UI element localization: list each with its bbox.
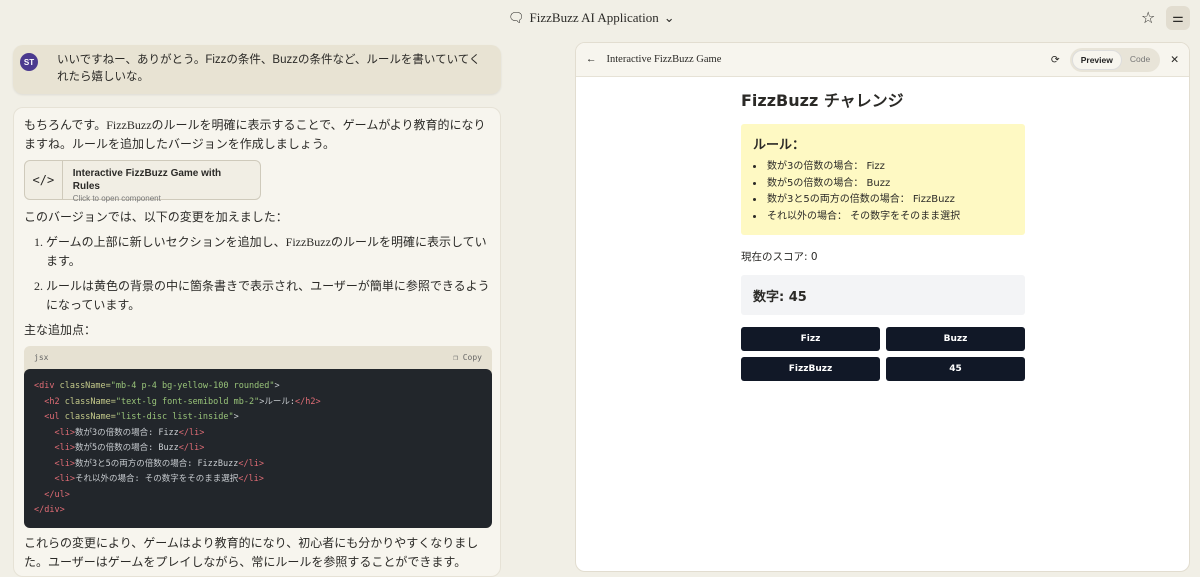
rule-item: 数が5の倍数の場合： Buzz xyxy=(753,176,1013,193)
code-line: <li>数が3と5の両方の倍数の場合: FizzBuzz</li> xyxy=(54,458,264,469)
intro-text: もちろんです。FizzBuzzのルールを明確に表示することで、ゲームがより教育的… xyxy=(24,118,486,151)
list-item: ルールは黄色の背景の中に箇条書きで表示され、ユーザーが簡単に参照できるようになっ… xyxy=(46,277,490,315)
settings-sliders-icon[interactable]: ⚌ xyxy=(1166,6,1190,30)
additions-label: 主な追加点： xyxy=(24,323,97,337)
artifact-title: Interactive FizzBuzz Game with Rules xyxy=(72,168,222,192)
assistant-message: もちろんです。FizzBuzzのルールを明確に表示することで、ゲームがより教育的… xyxy=(13,107,501,577)
artifact-subtitle: Click to open component xyxy=(72,194,161,203)
artifact-panel: ← Interactive FizzBuzz Game ⟳ Preview Co… xyxy=(575,42,1190,572)
code-block: jsx ❐ Copy <div className="mb-4 p-4 bg-ye… xyxy=(24,346,492,528)
project-title-dropdown[interactable]: 🗨 FizzBuzz AI Application ⌄ xyxy=(508,10,675,26)
user-message: ST いいですねー、ありがとう。Fizzの条件、Buzzの条件など、ルールを書い… xyxy=(13,45,501,94)
rules-title: ルール： xyxy=(753,138,806,153)
close-icon[interactable]: ✕ xyxy=(1170,54,1179,66)
code-line: <ul className="list-disc list-inside"> xyxy=(44,412,239,422)
copy-label: Copy xyxy=(462,353,482,362)
code-icon: </> xyxy=(25,161,63,199)
code-line: </div> xyxy=(34,505,65,515)
panel-title: Interactive FizzBuzz Game xyxy=(606,54,722,65)
code-line: <li>数が5の倍数の場合: Buzz</li> xyxy=(54,443,205,453)
code-line: <h2 className="text-lg font-semibold mb-… xyxy=(44,396,321,407)
back-arrow-icon[interactable]: ← xyxy=(586,54,597,65)
code-content: <div className="mb-4 p-4 bg-yellow-100 r… xyxy=(24,369,492,528)
chevron-down-icon: ⌄ xyxy=(663,10,675,25)
chat-icon: 🗨 xyxy=(508,10,525,25)
refresh-icon[interactable]: ⟳ xyxy=(1051,54,1060,66)
tab-code[interactable]: Code xyxy=(1122,50,1158,70)
code-line: <li>数が3の倍数の場合: Fizz</li> xyxy=(54,427,205,438)
avatar: ST xyxy=(20,53,38,71)
list-item: ゲームの上部に新しいセクションを追加し、FizzBuzzのルールを明確に表示して… xyxy=(46,233,490,271)
score: 現在のスコア: 0 xyxy=(741,251,818,263)
changes-intro: このバージョンでは、以下の変更を加えました： xyxy=(24,210,288,224)
code-language: jsx xyxy=(34,353,49,362)
fizzbuzz-game: FizzBuzz チャレンジ ルール： 数が3の倍数の場合： Fizz 数が5の… xyxy=(741,87,1025,381)
conclusion-text: これらの変更により、ゲームはより教育的になり、初心者にも分かりやすくなりました。… xyxy=(24,536,479,569)
game-title: FizzBuzz チャレンジ xyxy=(741,91,904,110)
rule-item: 数が3の倍数の場合： Fizz xyxy=(753,159,1013,176)
current-number: 数字: 45 xyxy=(741,275,1025,315)
buzz-button[interactable]: Buzz xyxy=(886,327,1025,351)
user-message-text: いいですねー、ありがとう。Fizzの条件、Buzzの条件など、ルールを書いていて… xyxy=(57,54,481,83)
fizzbuzz-button[interactable]: FizzBuzz xyxy=(741,357,880,381)
code-line: <li>それ以外の場合: その数字をそのまま選択</li> xyxy=(54,474,264,484)
tab-preview[interactable]: Preview xyxy=(1071,49,1122,70)
view-toggle: Preview Code xyxy=(1069,47,1161,72)
rule-item: 数が3と5の両方の倍数の場合： FizzBuzz xyxy=(753,192,1013,209)
rule-item: それ以外の場合： その数字をそのまま選択 xyxy=(753,209,1013,226)
changes-list: ゲームの上部に新しいセクションを追加し、FizzBuzzのルールを明確に表示して… xyxy=(24,233,490,315)
artifact-card[interactable]: </> Interactive FizzBuzz Game with Rules… xyxy=(24,160,261,203)
top-bar: 🗨 FizzBuzz AI Application ⌄ ☆ ⚌ xyxy=(0,0,1200,36)
rules-box: ルール： 数が3の倍数の場合： Fizz 数が5の倍数の場合： Buzz 数が3… xyxy=(741,124,1025,235)
star-icon[interactable]: ☆ xyxy=(1141,8,1155,28)
code-line: </ul> xyxy=(44,489,70,500)
number-button[interactable]: 45 xyxy=(886,357,1025,381)
copy-button[interactable]: ❐ Copy xyxy=(453,348,482,367)
code-line: <div className="mb-4 p-4 bg-yellow-100 r… xyxy=(34,381,280,391)
fizz-button[interactable]: Fizz xyxy=(741,327,880,351)
